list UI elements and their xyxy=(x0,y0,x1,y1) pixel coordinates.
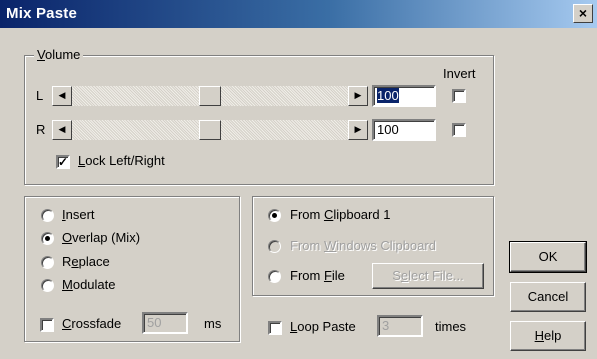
left-volume-input[interactable]: 100 xyxy=(372,85,436,107)
left-slider-arrow-left-icon[interactable]: ◀ xyxy=(52,86,72,106)
crossfade-unit-label: ms xyxy=(204,316,222,331)
lock-left-right-label: Lock Left/Right xyxy=(78,153,165,168)
right-volume-input[interactable]: 100 xyxy=(372,119,436,141)
left-channel-label: L xyxy=(36,88,44,103)
right-slider-thumb[interactable] xyxy=(199,120,221,140)
window-title: Mix Paste xyxy=(6,5,77,22)
from-windows-clipboard-label: From Windows Clipboard xyxy=(290,238,436,253)
left-volume-slider[interactable]: ◀ ▶ xyxy=(52,86,368,106)
close-icon[interactable]: × xyxy=(573,4,593,23)
loop-times-label: times xyxy=(435,319,467,334)
crossfade-input[interactable]: 50 xyxy=(142,312,188,334)
left-slider-arrow-right-icon[interactable]: ▶ xyxy=(348,86,368,106)
crossfade-checkbox[interactable] xyxy=(40,318,54,332)
from-clipboard-1-radio[interactable] xyxy=(268,209,281,222)
left-invert-checkbox[interactable] xyxy=(452,89,466,103)
invert-label: Invert xyxy=(443,66,476,81)
select-file-button[interactable]: Select File... xyxy=(372,263,484,289)
help-button[interactable]: Help xyxy=(510,321,586,351)
mix-paste-dialog: Mix Paste × Volume Invert L ◀ ▶ 100 R ◀ … xyxy=(0,0,597,359)
crossfade-label: Crossfade xyxy=(62,316,122,331)
ok-button[interactable]: OK xyxy=(509,241,587,273)
from-windows-clipboard-radio[interactable] xyxy=(268,240,281,253)
lock-left-right-checkbox[interactable]: ✓ xyxy=(56,155,70,169)
volume-group-label: Volume xyxy=(34,47,84,62)
right-volume-slider[interactable]: ◀ ▶ xyxy=(52,120,368,140)
cancel-button[interactable]: Cancel xyxy=(510,282,586,312)
from-file-radio[interactable] xyxy=(268,270,281,283)
right-invert-checkbox[interactable] xyxy=(452,123,466,137)
overlap-mix-label: Overlap (Mix) xyxy=(62,230,141,245)
right-slider-arrow-left-icon[interactable]: ◀ xyxy=(52,120,72,140)
right-channel-label: R xyxy=(36,122,46,137)
loop-count-input[interactable]: 3 xyxy=(377,315,423,337)
overlap-mix-radio[interactable] xyxy=(41,232,54,245)
insert-radio[interactable] xyxy=(41,209,54,222)
replace-radio[interactable] xyxy=(41,256,54,269)
from-clipboard-1-label: From Clipboard 1 xyxy=(290,207,391,222)
insert-label: Insert xyxy=(62,207,95,222)
left-slider-thumb[interactable] xyxy=(199,86,221,106)
from-file-label: From File xyxy=(290,268,345,283)
loop-paste-checkbox[interactable] xyxy=(268,321,282,335)
title-bar[interactable]: Mix Paste × xyxy=(0,0,597,28)
replace-label: Replace xyxy=(62,254,110,269)
modulate-label: Modulate xyxy=(62,277,116,292)
right-slider-arrow-right-icon[interactable]: ▶ xyxy=(348,120,368,140)
loop-paste-label: Loop Paste xyxy=(290,319,356,334)
modulate-radio[interactable] xyxy=(41,279,54,292)
